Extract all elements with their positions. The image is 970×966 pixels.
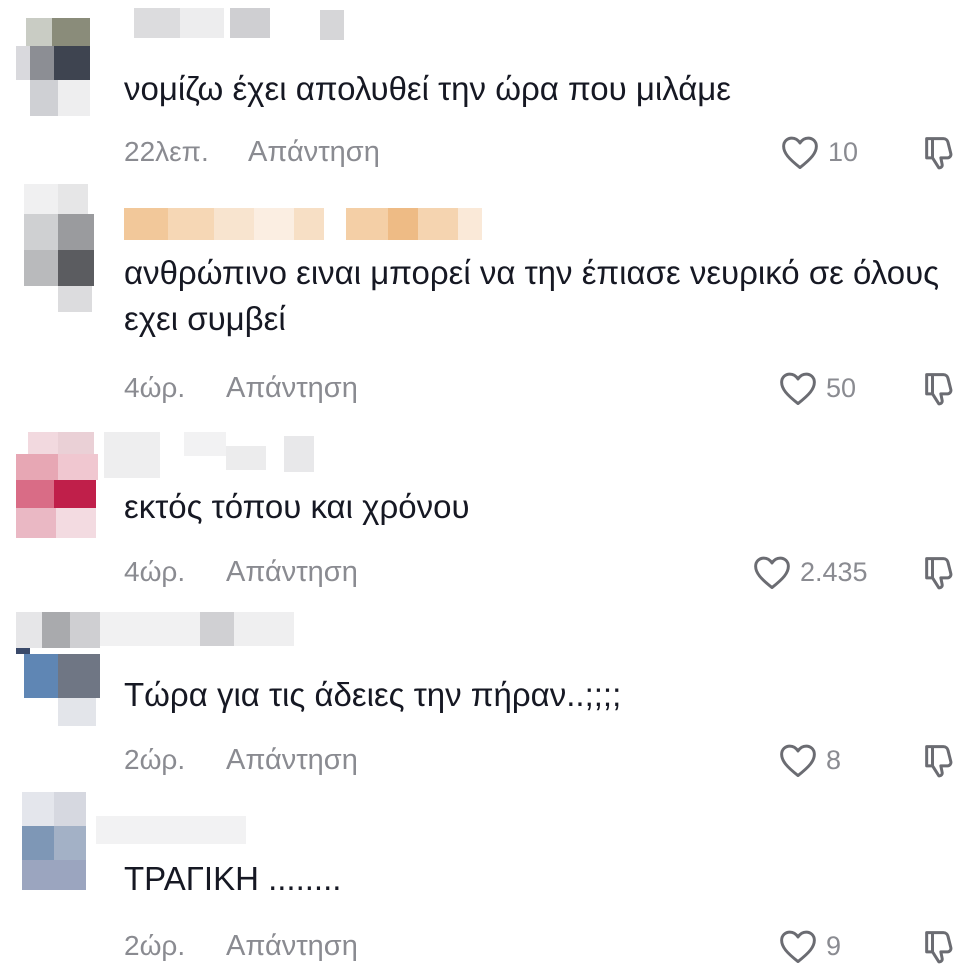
thumbs-down-icon[interactable] <box>920 132 960 172</box>
comment-time: 4ώρ. <box>124 556 186 587</box>
avatar[interactable] <box>22 792 94 896</box>
like-button[interactable]: 9 <box>778 926 841 966</box>
comment-text: εκτός τόπου και χρόνου <box>124 488 470 525</box>
comment-time: 22λεπ. <box>124 136 209 167</box>
like-count: 9 <box>826 930 842 961</box>
comment-text: Τώρα για τις άδειες την πήραν..;;;; <box>124 676 622 713</box>
comment-meta: 22λεπ. Απάντηση 10 <box>124 132 964 172</box>
thumbs-down-icon[interactable] <box>920 926 960 966</box>
like-count: 50 <box>826 372 857 403</box>
username-redacted[interactable] <box>100 612 320 646</box>
comment-text: ΤΡΑΓΙΚΗ ........ <box>124 860 342 897</box>
like-button[interactable]: 8 <box>778 740 841 780</box>
username-redacted[interactable] <box>104 432 344 478</box>
reply-button[interactable]: Απάντηση <box>226 368 358 408</box>
like-count: 10 <box>828 136 859 167</box>
thumbs-down-icon[interactable] <box>920 552 960 592</box>
thumbs-down-icon[interactable] <box>920 368 960 408</box>
heart-outline-icon <box>780 744 816 778</box>
like-count: 8 <box>826 744 842 775</box>
avatar[interactable] <box>16 612 108 730</box>
username-redacted[interactable] <box>134 8 354 42</box>
comment-meta: 2ώρ. Απάντηση 8 <box>124 740 964 780</box>
like-button[interactable]: 10 <box>780 132 858 172</box>
comment-time: 2ώρ. <box>124 744 186 775</box>
comment-text: νομίζω έχει απολυθεί την ώρα που μιλάμε <box>124 70 732 107</box>
reply-button[interactable]: Απάντηση <box>226 926 358 966</box>
comment-time: 2ώρ. <box>124 930 186 961</box>
comment-meta: 4ώρ. Απάντηση 50 <box>124 368 964 408</box>
like-button[interactable]: 50 <box>778 368 856 408</box>
comment-text: ανθρώπινο ειναι μπορεί να την έπιασε νευ… <box>124 254 949 337</box>
comment-meta: 2ώρ. Απάντηση 9 <box>124 926 964 966</box>
thumbs-down-icon[interactable] <box>920 740 960 780</box>
comment-meta: 4ώρ. Απάντηση 2.435 <box>124 552 964 592</box>
username-redacted[interactable] <box>124 208 504 242</box>
heart-outline-icon <box>782 136 818 170</box>
comment-time: 4ώρ. <box>124 372 186 403</box>
reply-button[interactable]: Απάντηση <box>226 552 358 592</box>
like-button[interactable]: 2.435 <box>752 552 868 592</box>
reply-button[interactable]: Απάντηση <box>226 740 358 780</box>
avatar[interactable] <box>24 184 108 312</box>
heart-outline-icon <box>780 372 816 406</box>
heart-outline-icon <box>780 930 816 964</box>
avatar[interactable] <box>16 432 106 542</box>
like-count: 2.435 <box>800 556 868 587</box>
avatar[interactable] <box>16 18 104 126</box>
heart-outline-icon <box>754 556 790 590</box>
reply-button[interactable]: Απάντηση <box>248 132 380 172</box>
username-redacted[interactable] <box>96 816 276 850</box>
